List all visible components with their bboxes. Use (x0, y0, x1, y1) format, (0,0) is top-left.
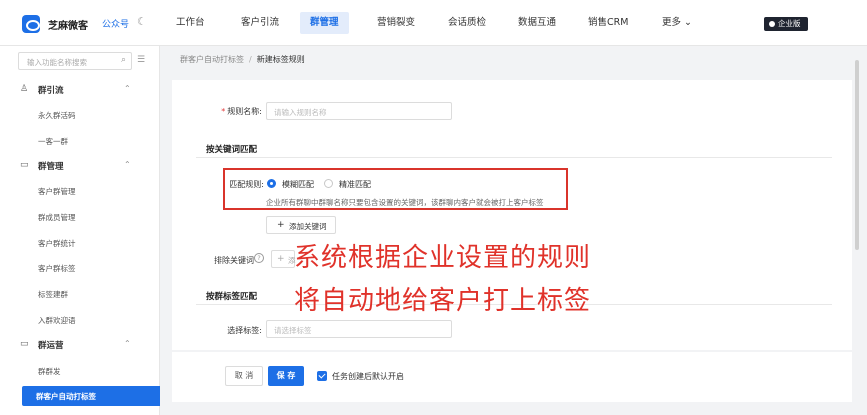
sidebar-item-customer-group-tags[interactable]: 客户群标签 (0, 258, 160, 278)
select-tag-input[interactable]: 请选择标签 (266, 320, 452, 338)
breadcrumb-current: 新建标签规则 (256, 55, 305, 64)
user-icon: ♙ (20, 84, 29, 94)
sidebar-item-welcome-message[interactable]: 入群欢迎语 (0, 310, 160, 330)
top-navigation-bar: 芝麻微客 公众号 ☾ 工作台 客户引流 群管理 营销裂变 会话质检 数据互通 销… (0, 0, 867, 46)
chevron-up-icon: ⌃ (124, 339, 131, 348)
nav-marketing-fission[interactable]: 营销裂变 (367, 12, 425, 34)
rule-name-input[interactable]: 请输入规则名称 (266, 102, 452, 120)
breadcrumb: 群客户自动打标签 / 新建标签规则 (180, 55, 305, 64)
scrollbar-thumb[interactable] (855, 60, 859, 250)
enterprise-badge[interactable]: 企业版 (764, 17, 808, 31)
enable-by-default-label[interactable]: 任务创建后默认开启 (332, 371, 404, 382)
add-keyword-button[interactable]: + 添加关键词 (266, 216, 336, 234)
sidebar-group-group-acquisition[interactable]: ♙ 群引流 ⌃ (0, 80, 160, 100)
search-icon[interactable]: ⌕ (121, 55, 126, 65)
chevron-up-icon: ⌃ (124, 84, 131, 93)
nav-customer-acquisition[interactable]: 客户引流 (231, 12, 289, 34)
option-fuzzy-label[interactable]: 模糊匹配 (282, 179, 314, 190)
sidebar-item-customer-group-stats[interactable]: 客户群统计 (0, 233, 160, 253)
sidebar-group-group-management[interactable]: ▭ 群管理 ⌃ (0, 156, 160, 176)
chat-icon: ▭ (20, 339, 29, 349)
add-exclude-keyword-button[interactable]: + 添 (271, 250, 296, 268)
collapse-menu-icon[interactable]: ☰ (137, 55, 145, 65)
logo-icon (22, 15, 40, 33)
chat-icon: ▭ (20, 160, 29, 170)
save-button[interactable]: 保 存 (268, 366, 304, 386)
overlay-caption-line-2: 将自动地给客户打上标签 (294, 286, 592, 316)
cancel-button[interactable]: 取 消 (225, 366, 263, 386)
enable-by-default-checkbox[interactable] (317, 371, 327, 381)
match-rule-label: 匹配规则: (229, 180, 264, 189)
radio-fuzzy-match[interactable] (267, 179, 276, 188)
nav-more[interactable]: 更多 ⌄ (652, 12, 702, 34)
sidebar-item-group-member-management[interactable]: 群成员管理 (0, 207, 160, 227)
sidebar: 输入功能名称搜索 ⌕ ☰ ♙ 群引流 ⌃ 永久群活码 一客一群 ▭ 群管理 ⌃ … (0, 46, 160, 415)
option-exact-label[interactable]: 精准匹配 (339, 179, 371, 190)
overlay-caption-line-1: 系统根据企业设置的规则 (294, 243, 592, 273)
sidebar-group-group-operations[interactable]: ▭ 群运营 ⌃ (0, 335, 160, 355)
exclude-keyword-label: 排除关键词 (214, 256, 254, 265)
search-placeholder: 输入功能名称搜索 (27, 58, 87, 67)
nav-session-inspection[interactable]: 会话质检 (438, 12, 496, 34)
nav-workbench[interactable]: 工作台 (166, 12, 215, 34)
sidebar-search-input[interactable]: 输入功能名称搜索 ⌕ (18, 52, 132, 70)
section-keyword-match: 按关键词匹配 (206, 145, 258, 155)
sidebar-item-permanent-group-code[interactable]: 永久群活码 (0, 105, 160, 125)
account-type-link[interactable]: 公众号 (102, 17, 129, 30)
nav-group-management[interactable]: 群管理 (300, 12, 349, 34)
rule-name-label: * 规则名称: (221, 107, 262, 116)
nav-data-interop[interactable]: 数据互通 (508, 12, 566, 34)
help-icon[interactable]: ? (254, 253, 264, 263)
breadcrumb-parent[interactable]: 群客户自动打标签 (180, 55, 244, 64)
plus-icon: + (277, 220, 285, 230)
sidebar-item-customer-group-management[interactable]: 客户群管理 (0, 181, 160, 201)
sidebar-item-group-broadcast[interactable]: 群群发 (0, 361, 160, 381)
sidebar-item-tag-build-group[interactable]: 标签建群 (0, 284, 160, 304)
group-label: 群运营 (38, 341, 64, 351)
theme-toggle-icon[interactable]: ☾ (137, 15, 147, 28)
chevron-up-icon: ⌃ (124, 160, 131, 169)
radio-exact-match[interactable] (324, 179, 333, 188)
plus-icon: + (277, 254, 285, 264)
section-divider (196, 157, 832, 158)
select-tag-label: 选择标签: (227, 326, 262, 335)
sidebar-item-one-customer-one-group[interactable]: 一客一群 (0, 131, 160, 151)
section-tag-match: 按群标签匹配 (206, 292, 258, 302)
match-hint-text: 企业所有群聊中群聊名称只要包含设置的关键词，该群聊内客户就会被打上客户标签 (266, 198, 544, 207)
group-label: 群引流 (38, 86, 64, 96)
brand-name: 芝麻微客 (48, 21, 88, 32)
group-label: 群管理 (38, 162, 64, 172)
nav-sales-crm[interactable]: 销售CRM (578, 12, 638, 34)
sidebar-item-auto-tag[interactable]: 群客户自动打标签 (22, 386, 160, 406)
